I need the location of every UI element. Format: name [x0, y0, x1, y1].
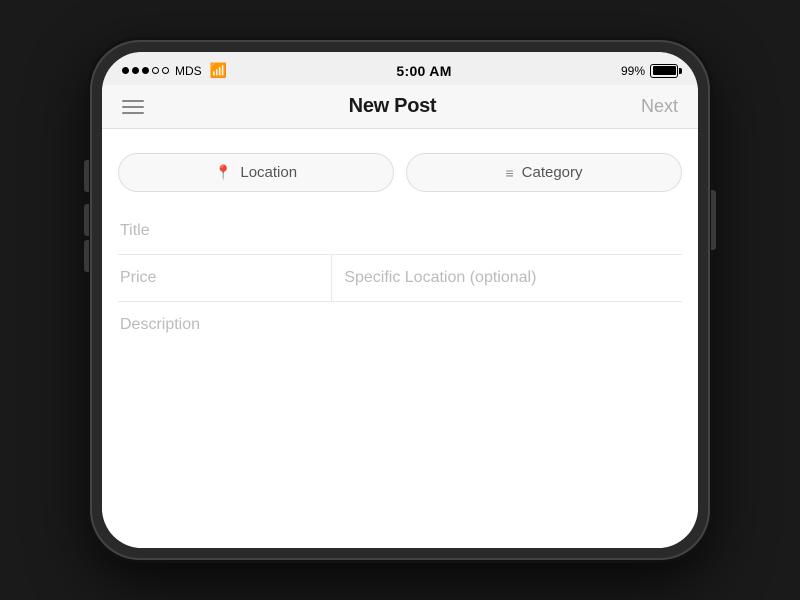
signal-dot-1 — [122, 67, 129, 74]
screen: MDS 📶 5:00 AM 99% New Post Next — [102, 52, 698, 548]
category-icon: ≡ — [505, 165, 513, 181]
wifi-icon: 📶 — [210, 62, 227, 79]
signal-dot-4 — [152, 67, 159, 74]
hamburger-menu-button[interactable] — [122, 100, 144, 114]
signal-dot-3 — [142, 67, 149, 74]
signal-dot-5 — [162, 67, 169, 74]
carrier-label: MDS — [175, 64, 202, 78]
status-right: 99% — [621, 64, 678, 78]
main-content: 📍 Location ≡ Category — [102, 129, 698, 548]
filter-row: 📍 Location ≡ Category — [118, 145, 682, 208]
hamburger-line-3 — [122, 112, 144, 114]
price-input[interactable] — [120, 269, 329, 287]
title-field-row — [118, 208, 682, 255]
page-title: New Post — [349, 95, 437, 118]
specific-location-input[interactable] — [344, 269, 670, 287]
specific-location-field — [332, 255, 682, 301]
battery-percent-label: 99% — [621, 64, 645, 78]
pin-icon: 📍 — [215, 164, 232, 181]
description-input[interactable] — [120, 316, 680, 388]
hamburger-line-1 — [122, 100, 144, 102]
status-left: MDS 📶 — [122, 62, 227, 79]
next-button[interactable]: Next — [641, 96, 678, 117]
category-filter-button[interactable]: ≡ Category — [406, 153, 682, 192]
signal-dots — [122, 67, 169, 74]
location-filter-label: Location — [240, 164, 297, 181]
description-field-row — [118, 302, 682, 532]
title-input[interactable] — [120, 222, 680, 240]
split-row — [118, 255, 682, 302]
battery-fill — [653, 66, 676, 75]
phone-frame: MDS 📶 5:00 AM 99% New Post Next — [90, 40, 710, 560]
signal-dot-2 — [132, 67, 139, 74]
battery-icon — [650, 64, 678, 78]
nav-bar: New Post Next — [102, 85, 698, 129]
price-field — [118, 255, 332, 301]
status-bar: MDS 📶 5:00 AM 99% — [102, 52, 698, 85]
hamburger-line-2 — [122, 106, 144, 108]
time-label: 5:00 AM — [396, 63, 451, 79]
category-filter-label: Category — [522, 164, 583, 181]
location-filter-button[interactable]: 📍 Location — [118, 153, 394, 192]
